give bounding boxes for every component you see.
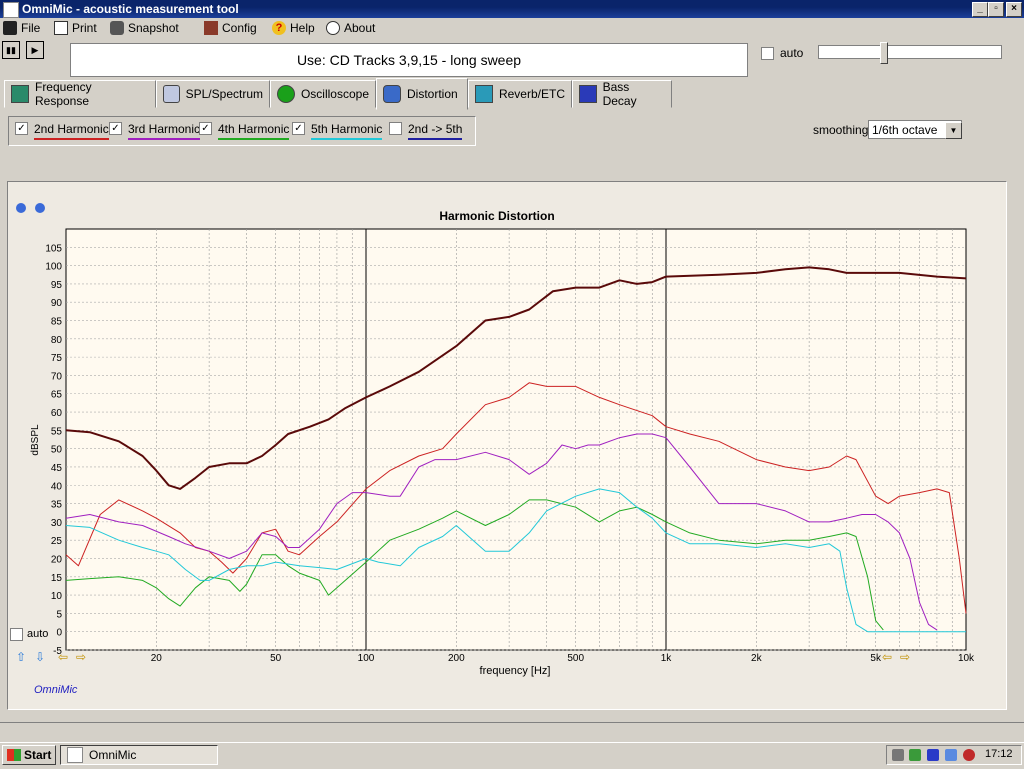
tray-icon[interactable] [945, 749, 957, 761]
taskbar-app-omnimic[interactable]: OmniMic [60, 745, 218, 765]
arrow-right-icon[interactable]: ⇨ [76, 650, 86, 664]
y-tick-label: 60 [51, 408, 63, 419]
x-tick-label: 20 [151, 653, 163, 664]
status-bar [0, 722, 1024, 741]
y-tick-label: 5 [56, 609, 62, 620]
chart-title: Harmonic Distortion [439, 209, 554, 223]
x-tick-label: 100 [358, 653, 375, 664]
x-tick-label: 1k [661, 653, 673, 664]
x-axis-label: frequency [Hz] [480, 665, 551, 677]
arrow-left-icon[interactable]: ⇦ [882, 650, 892, 664]
harmonic-distortion-chart: Harmonic Distortion 10510095908580757065… [16, 203, 975, 677]
y-tick-label: 35 [51, 500, 63, 511]
x-tick-label: 500 [567, 653, 584, 664]
y-tick-label: 65 [51, 390, 63, 401]
y-tick-label: 90 [51, 298, 63, 309]
start-button[interactable]: Start [2, 745, 56, 765]
x-tick-label: 5k [870, 653, 882, 664]
x-tick-label: 10k [958, 653, 975, 664]
tray-icon[interactable] [909, 749, 921, 761]
y-tick-label: 80 [51, 335, 63, 346]
y-axis-label: dBSPL [30, 424, 41, 456]
plot-area [65, 228, 967, 651]
tray-icon[interactable] [927, 749, 939, 761]
omnimic-app-icon [67, 747, 83, 763]
shield-icon[interactable] [963, 749, 975, 761]
zoom-fit-icon[interactable] [16, 203, 26, 213]
arrow-down-icon[interactable]: ⇩ [35, 650, 45, 664]
y-tick-label: 25 [51, 536, 63, 547]
taskbar-app-label: OmniMic [89, 748, 137, 762]
y-tick-label: 30 [51, 518, 63, 529]
windows-logo-icon [7, 749, 21, 761]
chart-auto-checkbox[interactable] [10, 628, 23, 641]
x-tick-label: 2k [751, 653, 763, 664]
y-tick-label: 55 [51, 426, 63, 437]
y-tick-label: 105 [45, 243, 62, 254]
y-tick-label: 100 [45, 262, 62, 273]
y-tick-label: 45 [51, 463, 63, 474]
y-tick-label: 10 [51, 591, 63, 602]
y-tick-label: 20 [51, 554, 63, 565]
arrow-right-icon[interactable]: ⇨ [900, 650, 910, 664]
system-tray: 17:12 [886, 745, 1022, 765]
start-label: Start [24, 748, 52, 762]
chart-auto-label: auto [27, 628, 49, 640]
zoom-reset-icon[interactable] [35, 203, 45, 213]
y-tick-label: 95 [51, 280, 63, 291]
y-tick-label: 15 [51, 573, 63, 584]
tray-icon[interactable] [892, 749, 904, 761]
y-tick-label: 40 [51, 481, 63, 492]
y-tick-label: 0 [56, 628, 62, 639]
arrow-left-icon[interactable]: ⇦ [58, 650, 68, 664]
x-tick-label: 50 [270, 653, 282, 664]
arrow-up-icon[interactable]: ⇧ [16, 650, 26, 664]
x-tick-label: 200 [448, 653, 465, 664]
y-tick-label: 75 [51, 353, 63, 364]
y-tick-label: 70 [51, 371, 63, 382]
y-tick-label: 50 [51, 445, 63, 456]
clock: 17:12 [985, 748, 1013, 760]
omnimic-brand: OmniMic [34, 684, 78, 696]
y-tick-label: 85 [51, 317, 63, 328]
